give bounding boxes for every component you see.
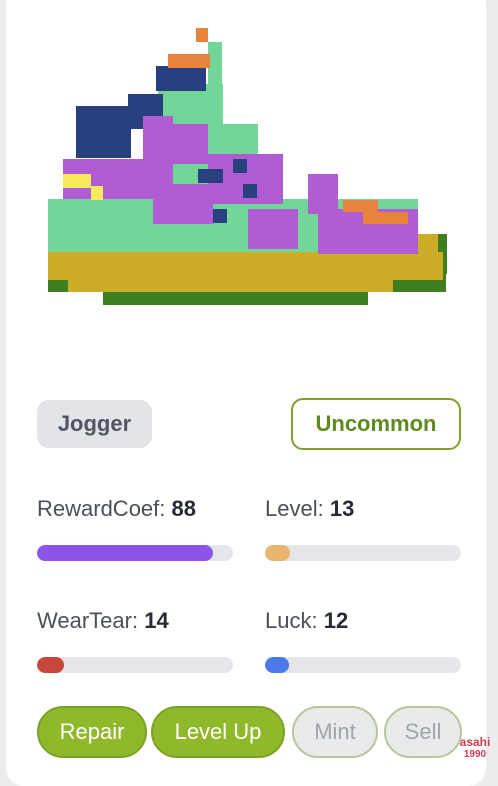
mint-button[interactable]: Mint bbox=[292, 706, 378, 758]
reward-coef-bar bbox=[37, 545, 233, 561]
sell-button[interactable]: Sell bbox=[384, 706, 462, 758]
luck-bar bbox=[265, 657, 461, 673]
stat-wear-tear: WearTear: 14 bbox=[37, 608, 169, 634]
sneaker-pixel-art bbox=[48, 28, 447, 305]
reward-coef-fill bbox=[37, 545, 214, 561]
watermark-line-1: asahi bbox=[459, 735, 491, 749]
stat-label: Level: bbox=[265, 496, 324, 521]
stat-label: WearTear: bbox=[37, 608, 139, 633]
stat-reward-coef: RewardCoef: 88 bbox=[37, 496, 196, 522]
repair-button[interactable]: Repair bbox=[37, 706, 147, 758]
wear-tear-bar bbox=[37, 657, 233, 673]
type-chip: Jogger bbox=[37, 400, 152, 448]
wear-tear-fill bbox=[37, 657, 65, 673]
level-fill bbox=[265, 545, 291, 561]
stat-value: 13 bbox=[329, 496, 355, 521]
level-up-button[interactable]: Level Up bbox=[151, 706, 285, 758]
level-bar bbox=[265, 545, 461, 561]
stat-label: Luck: bbox=[265, 608, 318, 633]
watermark-line-2: 1990 bbox=[463, 749, 487, 760]
stat-value: 88 bbox=[171, 496, 196, 521]
stat-label: RewardCoef: bbox=[37, 496, 166, 521]
watermark: asahi 1990 bbox=[455, 736, 495, 760]
stat-luck: Luck: 12 bbox=[265, 608, 348, 634]
rarity-badge: Uncommon bbox=[291, 398, 461, 450]
luck-fill bbox=[265, 657, 289, 673]
stat-value: 12 bbox=[323, 608, 349, 633]
stat-value: 14 bbox=[144, 608, 169, 633]
stat-level: Level: 13 bbox=[265, 496, 354, 522]
